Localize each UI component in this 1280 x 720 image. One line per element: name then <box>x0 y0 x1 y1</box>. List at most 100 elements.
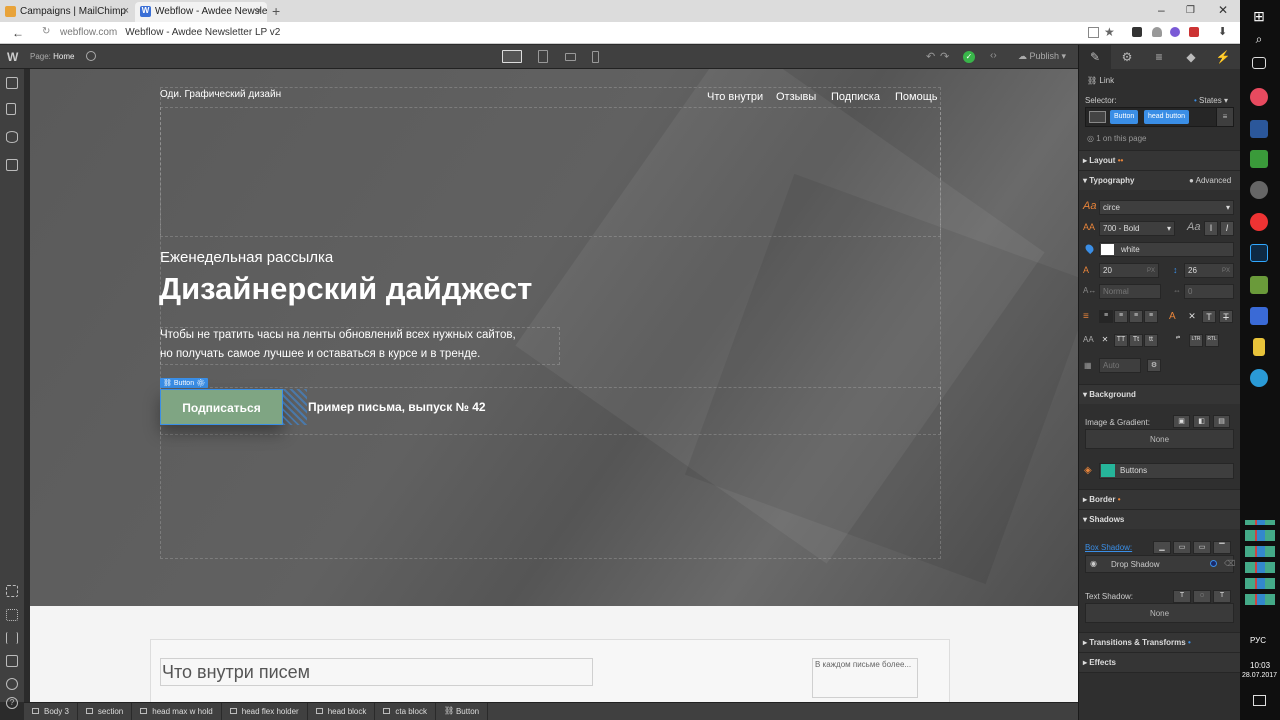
align-left-icon[interactable]: ≡ <box>1099 310 1113 323</box>
breadcrumb-item[interactable]: ⛓ Button <box>436 703 489 720</box>
section-border[interactable]: ▸ Border • <box>1079 489 1241 509</box>
nav-link-help[interactable]: Помощь <box>895 91 938 103</box>
nav-link-reviews[interactable]: Отзывы <box>776 91 816 103</box>
app-icon[interactable] <box>1250 150 1268 168</box>
close-icon[interactable]: × <box>256 5 262 17</box>
code-export-icon[interactable]: ‹› <box>990 50 997 61</box>
preview-eye-icon[interactable] <box>86 51 96 61</box>
text-shadow-glow-icon[interactable]: ◌ <box>1193 590 1211 603</box>
letter-spacing-input[interactable]: Normal <box>1099 284 1161 299</box>
desktop-view-icon[interactable] <box>502 50 522 63</box>
nav-link-inside[interactable]: Что внутри <box>707 91 763 103</box>
word-spacing-input[interactable]: 0 <box>1184 284 1234 299</box>
breadcrumb-item[interactable]: head block <box>308 703 376 720</box>
selector-menu-icon[interactable]: ≡ <box>1216 107 1234 127</box>
text-color-field[interactable]: white <box>1099 242 1234 257</box>
columns-input[interactable]: Auto <box>1099 358 1141 373</box>
direction-icon[interactable]: ⇄ <box>1172 334 1184 347</box>
task-view-icon[interactable] <box>1252 57 1266 69</box>
tray-icons[interactable] <box>1245 520 1275 610</box>
interactions-icon[interactable]: ◆ <box>1175 45 1207 69</box>
style-brush-icon[interactable]: ✎ <box>1079 45 1111 69</box>
new-tab-icon[interactable]: + <box>272 3 280 19</box>
section-layout[interactable]: ▸ Layout •• <box>1079 150 1241 170</box>
shadow-inner-icon[interactable]: ▭ <box>1193 541 1211 554</box>
text-shadow-icon[interactable]: T <box>1173 590 1191 603</box>
assets-icon[interactable] <box>6 159 18 171</box>
hero-description-line[interactable]: Чтобы не тратить часы на ленты обновлени… <box>160 329 516 341</box>
redo-icon[interactable]: ↷ <box>940 50 949 63</box>
section-effects[interactable]: ▸ Effects <box>1079 652 1241 672</box>
strikethrough-icon[interactable]: T <box>1202 310 1216 323</box>
subscribe-button[interactable]: Подписаться <box>160 389 283 425</box>
navigator-icon[interactable] <box>6 632 18 644</box>
webflow-logo-icon[interactable]: W <box>7 50 18 64</box>
tab-mailchimp[interactable]: Campaigns | MailChimp × <box>0 2 134 22</box>
word-icon[interactable] <box>1250 120 1268 138</box>
add-element-icon[interactable] <box>6 77 18 89</box>
section-transitions[interactable]: ▸ Transitions & Transforms • <box>1079 632 1241 652</box>
text-shadow-list[interactable]: None <box>1085 603 1234 623</box>
undo-icon[interactable]: ↶ <box>926 50 935 63</box>
italic-style-icon[interactable]: Aa <box>1187 221 1200 233</box>
states-dropdown[interactable]: • States ▾ <box>1194 96 1228 105</box>
hero-title[interactable]: Дизайнерский дайджест <box>159 271 532 307</box>
site-brand[interactable]: Оди. Графический дизайн <box>160 89 281 100</box>
back-icon[interactable]: ← <box>12 26 24 40</box>
align-right-icon[interactable]: ≡ <box>1129 310 1143 323</box>
lowercase-icon[interactable]: tt <box>1144 334 1158 347</box>
tab-webflow[interactable]: W Webflow - Awdee Newsle × <box>135 2 267 22</box>
italic-icon[interactable]: I <box>1220 221 1234 236</box>
window-close-icon[interactable]: ✕ <box>1218 3 1228 17</box>
color-swatch[interactable] <box>1101 464 1115 477</box>
image-icon[interactable]: ▣ <box>1173 415 1190 428</box>
advanced-toggle[interactable]: ● Advanced <box>1189 176 1231 185</box>
breadcrumb-item[interactable]: section <box>78 703 133 720</box>
shadow-color-swatch[interactable] <box>1210 560 1217 567</box>
case-none-icon[interactable]: ✕ <box>1099 334 1111 347</box>
app-icon[interactable] <box>1250 276 1268 294</box>
font-family-select[interactable]: circe ▾ <box>1099 200 1234 215</box>
aside-text[interactable]: В каждом письме более... <box>812 658 918 698</box>
url-field[interactable]: webflow.com Webflow - Awdee Newsletter LP… <box>60 27 280 38</box>
linear-gradient-icon[interactable]: ◧ <box>1193 415 1210 428</box>
text-cursor-icon[interactable]: I <box>1204 221 1218 236</box>
decoration-none-icon[interactable]: ✕ <box>1185 310 1199 323</box>
shadow-bottom-icon[interactable]: ▁ <box>1153 541 1171 554</box>
selector-chip[interactable]: Button <box>1110 110 1139 124</box>
outline-tool-icon[interactable] <box>6 609 18 621</box>
notes-icon[interactable] <box>1253 338 1265 356</box>
photoshop-icon[interactable] <box>1250 244 1268 262</box>
mobile-landscape-icon[interactable] <box>565 53 576 61</box>
cms-icon[interactable] <box>6 131 18 143</box>
page-selector[interactable]: Page: Home <box>30 52 74 61</box>
radial-gradient-icon[interactable]: ▤ <box>1213 415 1230 428</box>
bookmark-star-icon[interactable]: ★ <box>1104 25 1115 39</box>
section-shadows[interactable]: ▾ Shadows <box>1079 509 1241 529</box>
maximize-icon[interactable]: ❐ <box>1186 5 1195 16</box>
section-background[interactable]: ▾ Background <box>1079 384 1241 404</box>
telegram-icon[interactable] <box>1250 369 1268 387</box>
mobile-portrait-icon[interactable] <box>592 51 599 63</box>
gear-icon[interactable]: ⚙ <box>196 380 205 387</box>
search-icon[interactable]: ⌕ <box>1250 32 1268 50</box>
eye-icon[interactable]: ◉ <box>1090 559 1097 568</box>
design-canvas[interactable]: Оди. Графический дизайн Что внутри Отзыв… <box>30 69 1078 702</box>
font-weight-select[interactable]: 700 - Bold ▾ <box>1099 221 1175 236</box>
close-icon[interactable]: × <box>123 5 129 17</box>
text-shadow-offset-icon[interactable]: T <box>1213 590 1231 603</box>
background-image-list[interactable]: None <box>1085 429 1234 449</box>
trash-icon[interactable]: ⌫ <box>1224 559 1235 568</box>
align-center-icon[interactable]: ≡ <box>1114 310 1128 323</box>
capitalize-case-icon[interactable]: Tt <box>1129 334 1143 347</box>
breadcrumb-item[interactable]: head flex holder <box>222 703 308 720</box>
gear-icon[interactable]: ⚙ <box>1147 359 1161 372</box>
clock-time[interactable]: 10:03 <box>1250 661 1270 670</box>
shadow-top-icon[interactable]: ▔ <box>1213 541 1231 554</box>
reload-icon[interactable]: ↻ <box>42 26 50 37</box>
align-justify-icon[interactable]: ≡ <box>1144 310 1158 323</box>
rtl-icon[interactable]: RTL <box>1205 334 1219 347</box>
extension-icon[interactable] <box>1170 27 1180 37</box>
lightning-icon[interactable]: ⚡ <box>1207 45 1239 69</box>
underline-icon[interactable]: T <box>1219 310 1233 323</box>
